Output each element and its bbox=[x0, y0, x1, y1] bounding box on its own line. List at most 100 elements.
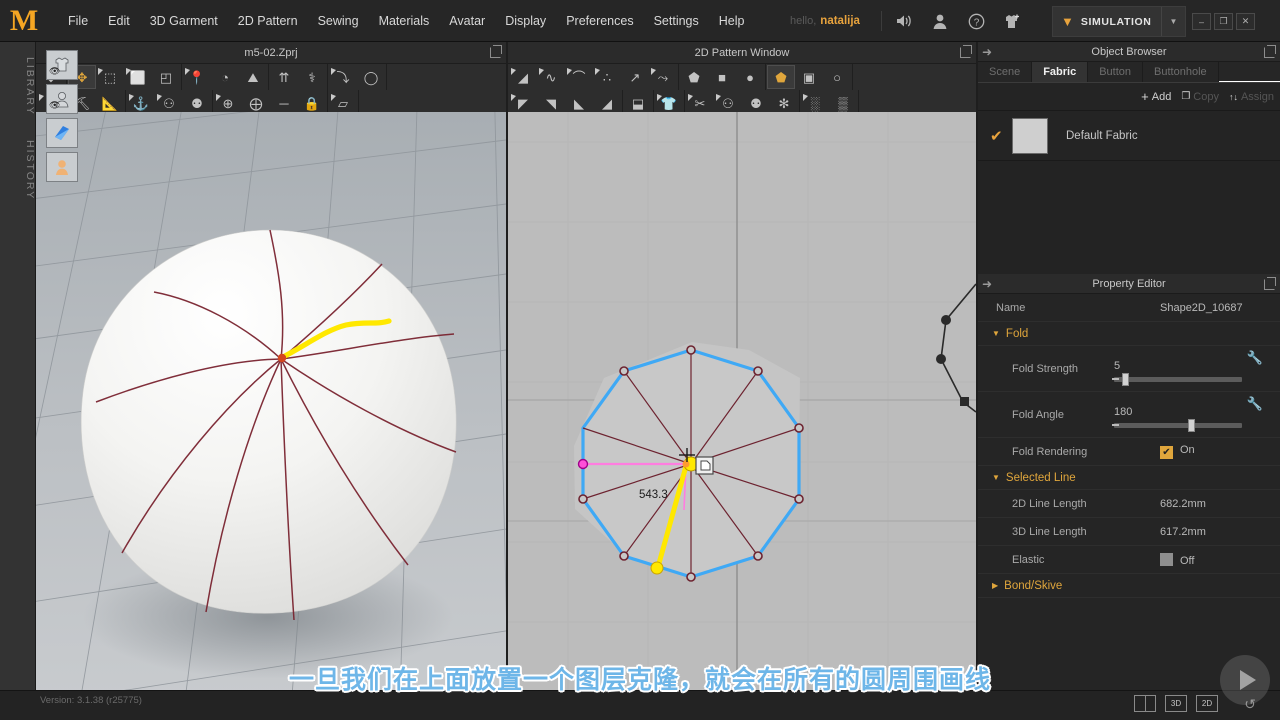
show-skin-toggle[interactable] bbox=[46, 152, 78, 182]
rectangle-tool[interactable]: ■ bbox=[708, 65, 736, 89]
inner-circle-tool[interactable]: ○ bbox=[823, 65, 851, 89]
wrench-icon[interactable]: 🔧 bbox=[1242, 346, 1268, 391]
collapse-arrow-icon[interactable]: ➜ bbox=[982, 278, 992, 290]
checkbox-icon[interactable]: ✔ bbox=[1160, 446, 1173, 459]
fabric-list-item[interactable]: ✔ Default Fabric bbox=[978, 111, 1280, 161]
arrange-up-tool[interactable]: ⇈ bbox=[270, 65, 298, 89]
object-browser-title: Object Browser bbox=[1091, 45, 1167, 58]
help-icon[interactable]: ? bbox=[959, 6, 993, 36]
menu-item-sewing[interactable]: Sewing bbox=[308, 9, 369, 33]
tack-tool[interactable]: ◔ bbox=[211, 65, 239, 89]
tool-group: ◢ ∿ ⌒ ∴ ↗ ⤳ bbox=[508, 64, 679, 90]
check-icon[interactable]: ✔ bbox=[990, 127, 1012, 145]
circle-tool[interactable]: ● bbox=[736, 65, 764, 89]
menu-item-2d-pattern[interactable]: 2D Pattern bbox=[228, 9, 308, 33]
object-browser-actions: + Add ❐ Copy ↑↓ Assign bbox=[978, 83, 1280, 111]
add-button[interactable]: + Add bbox=[1141, 89, 1171, 104]
menu-item-avatar[interactable]: Avatar bbox=[439, 9, 495, 33]
split-view-button[interactable] bbox=[1134, 695, 1156, 712]
select-mesh-tool[interactable]: ⬚ bbox=[96, 65, 124, 89]
popout-icon[interactable] bbox=[1264, 277, 1276, 290]
property-value[interactable]: Off bbox=[1160, 552, 1268, 567]
menu-item-edit[interactable]: Edit bbox=[98, 9, 140, 33]
simulation-dropdown-arrow[interactable]: ▼ bbox=[1161, 7, 1185, 36]
app-logo-icon: M bbox=[9, 3, 39, 37]
curve-tool[interactable]: ⤵ bbox=[329, 65, 357, 89]
view-2d-button[interactable]: 2D bbox=[1196, 695, 1218, 712]
segment-tool[interactable]: ↗ bbox=[621, 65, 649, 89]
tool-group: ⬟ ▣ ○ bbox=[766, 64, 853, 90]
menu-item-preferences[interactable]: Preferences bbox=[556, 9, 643, 33]
show-garment-toggle[interactable]: 👁 bbox=[46, 50, 78, 80]
property-label: 2D Line Length bbox=[1012, 497, 1087, 510]
property-value[interactable]: 5 bbox=[1114, 360, 1242, 372]
menu-item-settings[interactable]: Settings bbox=[644, 9, 709, 33]
tab-scene[interactable]: Scene bbox=[978, 62, 1033, 82]
speaker-icon[interactable] bbox=[887, 6, 921, 36]
menu-item-materials[interactable]: Materials bbox=[369, 9, 440, 33]
menu-item-help[interactable]: Help bbox=[709, 9, 755, 33]
history-tab[interactable]: HISTORY bbox=[0, 134, 36, 206]
inner-rectangle-tool[interactable]: ▣ bbox=[795, 65, 823, 89]
status-bar: Version: 3.1.38 (r25775) 3D 2D ↺ bbox=[0, 690, 1280, 720]
tool-submenu-arrow-icon bbox=[651, 68, 656, 75]
add-point-tool[interactable]: ∴ bbox=[593, 65, 621, 89]
viewport-3d-panel: m5-02.Zprj ⬇✥⬚⬜◰📍◔⛰⇈⚕⤵◯ 🚶⛏📐⚓⚇⚉⊕⨁─🔒▱ bbox=[36, 42, 506, 702]
close-button[interactable]: ✕ bbox=[1236, 13, 1255, 30]
ring-tool[interactable]: ◯ bbox=[357, 65, 385, 89]
simulation-mode-selector[interactable]: ▼ SIMULATION ▼ bbox=[1052, 6, 1186, 37]
popout-icon[interactable] bbox=[1264, 45, 1276, 58]
property-section-bond-skive[interactable]: ▶ Bond/Skive bbox=[978, 574, 1280, 598]
add-garment-icon[interactable] bbox=[995, 6, 1029, 36]
popout-icon[interactable] bbox=[960, 45, 972, 58]
fold-arrange-tool[interactable]: ◰ bbox=[152, 65, 180, 89]
trace-tool[interactable]: ⤳ bbox=[649, 65, 677, 89]
viewport-3d-canvas[interactable] bbox=[36, 112, 506, 702]
maximize-button[interactable]: ❐ bbox=[1214, 13, 1233, 30]
fold-tool[interactable]: ⛰ bbox=[239, 65, 267, 89]
property-value: 617.2mm bbox=[1160, 525, 1206, 538]
minimize-button[interactable]: – bbox=[1192, 13, 1211, 30]
edit-curve-point-tool[interactable]: ∿ bbox=[537, 65, 565, 89]
show-fabric-toggle[interactable] bbox=[46, 118, 78, 148]
property-section-fold[interactable]: ▼ Fold bbox=[978, 322, 1280, 346]
slider-knob[interactable] bbox=[1121, 373, 1129, 386]
slider-track[interactable] bbox=[1112, 419, 1242, 432]
tool-group: ⇈ ⚕ bbox=[269, 64, 328, 90]
tool-submenu-arrow-icon bbox=[716, 94, 721, 101]
collapse-arrow-icon[interactable]: ➜ bbox=[982, 46, 992, 58]
video-play-overlay[interactable] bbox=[1220, 655, 1270, 705]
add-label: Add bbox=[1151, 90, 1172, 103]
menu-item-display[interactable]: Display bbox=[495, 9, 556, 33]
checkbox-icon[interactable] bbox=[1160, 552, 1173, 566]
menu-item-file[interactable]: File bbox=[58, 9, 98, 33]
view-3d-button[interactable]: 3D bbox=[1165, 695, 1187, 712]
edit-pattern-tool[interactable]: ◢ bbox=[509, 65, 537, 89]
viewport-2d-canvas[interactable]: 543.3 bbox=[508, 112, 976, 702]
show-avatar-toggle[interactable]: 👁 bbox=[46, 84, 78, 114]
tab-button[interactable]: Button bbox=[1088, 62, 1144, 82]
property-value[interactable]: 180 bbox=[1114, 406, 1242, 418]
inner-rectangle-icon: ▣ bbox=[802, 69, 816, 85]
wrench-icon[interactable]: 🔧 bbox=[1242, 392, 1268, 437]
gizmo-icon: ⚕ bbox=[308, 69, 316, 85]
slider-track[interactable] bbox=[1112, 373, 1242, 386]
menu-item-3d-garment[interactable]: 3D Garment bbox=[140, 9, 228, 33]
account-icon[interactable] bbox=[923, 6, 957, 36]
user-name-link[interactable]: natalija bbox=[820, 15, 860, 27]
property-section-selected-line[interactable]: ▼ Selected Line bbox=[978, 466, 1280, 490]
box-select-tool[interactable]: ⬜ bbox=[124, 65, 152, 89]
edit-curvature-tool[interactable]: ⌒ bbox=[565, 65, 593, 89]
tab-buttonhole[interactable]: Buttonhole bbox=[1143, 62, 1219, 82]
library-tab[interactable]: LIBRARY bbox=[0, 50, 36, 122]
popout-icon[interactable] bbox=[490, 45, 502, 58]
gizmo-tool[interactable]: ⚕ bbox=[298, 65, 326, 89]
slider-knob[interactable] bbox=[1188, 419, 1196, 432]
tab-fabric[interactable]: Fabric bbox=[1032, 62, 1089, 82]
fabric-swatch[interactable] bbox=[1012, 117, 1048, 154]
inner-polygon-tool[interactable]: ⬟ bbox=[767, 65, 795, 89]
pin-tool[interactable]: 📍 bbox=[183, 65, 211, 89]
polygon-tool[interactable]: ⬟ bbox=[680, 65, 708, 89]
property-value[interactable]: ✔ On bbox=[1160, 444, 1268, 459]
property-row-fold-rendering: Fold Rendering ✔ On bbox=[978, 438, 1280, 466]
